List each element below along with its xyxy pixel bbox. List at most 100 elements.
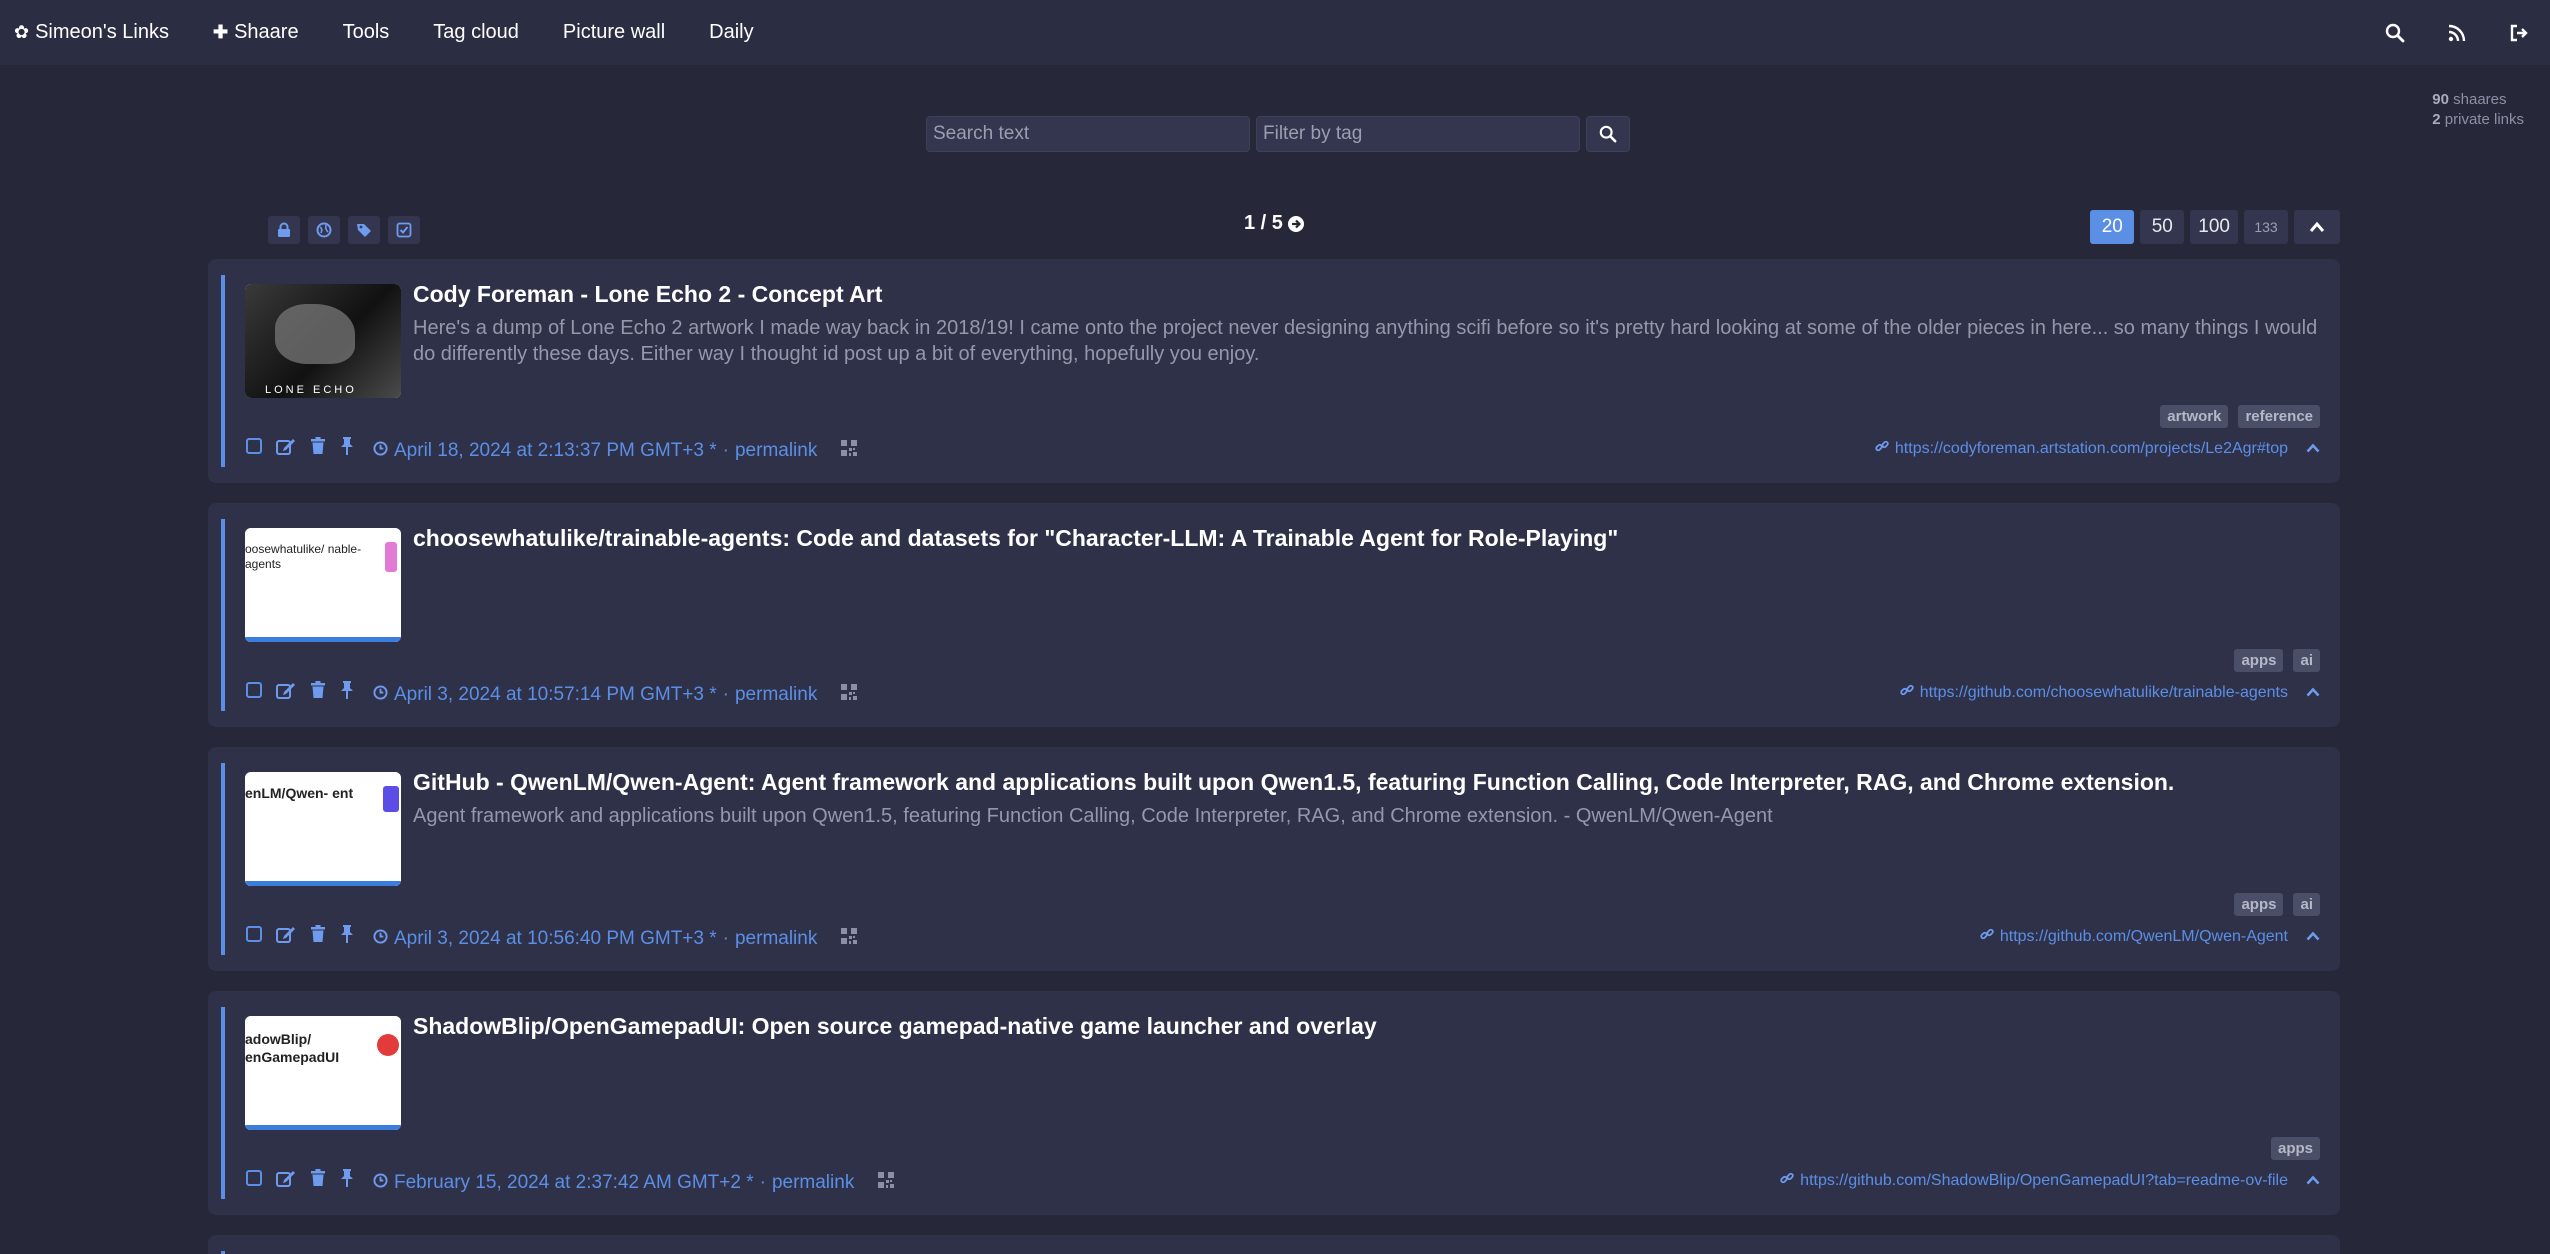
thumbnail-text: enLM/Qwen- ent bbox=[245, 785, 354, 801]
nav-daily-label: Daily bbox=[709, 21, 754, 43]
chevron-up-icon[interactable] bbox=[2306, 1172, 2320, 1190]
search-icon[interactable] bbox=[2364, 0, 2426, 65]
brand-label: Simeon's Links bbox=[35, 21, 169, 43]
link-date[interactable]: April 3, 2024 at 10:57:14 PM GMT+3 * bbox=[394, 684, 717, 706]
tag-chip[interactable]: apps bbox=[2234, 893, 2284, 916]
tag-chip[interactable]: ai bbox=[2293, 893, 2320, 916]
meta-separator: · bbox=[722, 684, 729, 705]
link-description: Here's a dump of Lone Echo 2 artwork I m… bbox=[413, 317, 2318, 365]
filter-tag-input[interactable] bbox=[1256, 116, 1580, 152]
chevron-up-icon[interactable] bbox=[2306, 440, 2320, 458]
private-count: 2 bbox=[2432, 111, 2441, 128]
link-actions bbox=[246, 1169, 354, 1187]
thumbnail-text: adowBlip/ enGamepadUI bbox=[245, 1031, 340, 1065]
next-page-icon[interactable] bbox=[1287, 215, 1305, 233]
link-url[interactable]: https://codyforeman.artstation.com/proje… bbox=[1875, 439, 2320, 458]
edit-icon[interactable] bbox=[276, 1169, 296, 1187]
nav-shaare[interactable]: ✚ Shaare bbox=[191, 0, 321, 65]
search-bar bbox=[926, 116, 1630, 152]
tag-chip[interactable]: ai bbox=[2293, 649, 2320, 672]
per-page-50-button[interactable]: 50 bbox=[2140, 210, 2185, 244]
tag-icon bbox=[357, 224, 371, 237]
check-square-icon bbox=[396, 222, 412, 238]
rss-icon[interactable] bbox=[2426, 0, 2488, 65]
link-url-text[interactable]: https://github.com/QwenLM/Qwen-Agent bbox=[2000, 928, 2288, 946]
trash-icon[interactable] bbox=[310, 437, 326, 455]
tag-chip[interactable]: reference bbox=[2238, 405, 2320, 428]
qrcode-icon[interactable] bbox=[841, 928, 858, 950]
edit-icon[interactable] bbox=[276, 681, 296, 699]
lock-icon bbox=[278, 222, 290, 237]
trash-icon[interactable] bbox=[310, 925, 326, 943]
nav-tag-cloud[interactable]: Tag cloud bbox=[411, 0, 541, 65]
link-date[interactable]: April 3, 2024 at 10:56:40 PM GMT+3 * bbox=[394, 928, 717, 950]
tag-chip[interactable]: apps bbox=[2234, 649, 2284, 672]
link-thumbnail[interactable]: enLM/Qwen- ent bbox=[245, 772, 401, 886]
filter-private-button[interactable] bbox=[268, 216, 300, 244]
plus-icon: ✚ bbox=[212, 22, 229, 42]
tag-chip[interactable]: apps bbox=[2270, 1137, 2320, 1160]
nav-daily[interactable]: Daily bbox=[687, 0, 775, 65]
trash-icon[interactable] bbox=[310, 681, 326, 699]
nav-brand[interactable]: ✿ Simeon's Links bbox=[0, 0, 191, 65]
pin-icon[interactable] bbox=[340, 681, 354, 699]
filter-untagged-button[interactable] bbox=[348, 216, 380, 244]
trash-icon[interactable] bbox=[310, 1169, 326, 1187]
permalink-link[interactable]: permalink bbox=[772, 1172, 854, 1194]
link-tags: apps ai bbox=[2234, 649, 2320, 672]
select-checkbox[interactable] bbox=[246, 682, 262, 698]
search-text-input[interactable] bbox=[926, 116, 1250, 152]
link-actions bbox=[246, 681, 354, 699]
qrcode-icon[interactable] bbox=[841, 440, 858, 462]
edit-icon[interactable] bbox=[276, 437, 296, 455]
per-page-100-button[interactable]: 100 bbox=[2190, 210, 2238, 244]
nav-tools[interactable]: Tools bbox=[321, 0, 412, 65]
qrcode-icon[interactable] bbox=[878, 1172, 895, 1194]
link-meta: April 18, 2024 at 2:13:37 PM GMT+3 * · per… bbox=[373, 440, 858, 462]
permalink-link[interactable]: permalink bbox=[735, 684, 817, 706]
link-date[interactable]: April 18, 2024 at 2:13:37 PM GMT+3 * bbox=[394, 440, 717, 462]
pin-icon[interactable] bbox=[340, 437, 354, 455]
link-title[interactable]: Cody Foreman - Lone Echo 2 - Concept Art bbox=[413, 281, 2320, 308]
link-title[interactable]: GitHub - QwenLM/Qwen-Agent: Agent framew… bbox=[413, 769, 2320, 796]
link-meta: April 3, 2024 at 10:57:14 PM GMT+3 * · per… bbox=[373, 684, 858, 706]
chevron-up-icon[interactable] bbox=[2306, 928, 2320, 946]
chevron-up-icon[interactable] bbox=[2306, 684, 2320, 702]
link-thumbnail[interactable]: adowBlip/ enGamepadUI bbox=[245, 1016, 401, 1130]
pin-icon[interactable] bbox=[340, 1169, 354, 1187]
link-url-text[interactable]: https://github.com/choosewhatulike/train… bbox=[1920, 684, 2288, 702]
link-title[interactable]: choosewhatulike/trainable-agents: Code a… bbox=[413, 525, 2320, 552]
select-checkbox[interactable] bbox=[246, 926, 262, 942]
link-meta: February 15, 2024 at 2:37:42 AM GMT+2 * ·… bbox=[373, 1172, 895, 1194]
globe-icon bbox=[316, 222, 332, 238]
search-submit-button[interactable] bbox=[1586, 116, 1630, 152]
edit-icon[interactable] bbox=[276, 925, 296, 943]
shaares-label: shaares bbox=[2453, 91, 2507, 108]
link-url[interactable]: https://github.com/choosewhatulike/train… bbox=[1900, 683, 2320, 702]
link-title[interactable]: ShadowBlip/OpenGamepadUI: Open source ga… bbox=[413, 1013, 2320, 1040]
link-url[interactable]: https://github.com/ShadowBlip/OpenGamepa… bbox=[1780, 1171, 2320, 1190]
total-count-button[interactable]: 133 bbox=[2244, 210, 2288, 244]
per-page-20-button[interactable]: 20 bbox=[2090, 210, 2135, 244]
qrcode-icon[interactable] bbox=[841, 684, 858, 706]
select-checkbox[interactable] bbox=[246, 438, 262, 454]
link-url-text[interactable]: https://codyforeman.artstation.com/proje… bbox=[1895, 440, 2288, 458]
pin-icon[interactable] bbox=[340, 925, 354, 943]
link-url-text[interactable]: https://github.com/ShadowBlip/OpenGamepa… bbox=[1800, 1172, 2288, 1190]
nav-picture-wall[interactable]: Picture wall bbox=[541, 0, 687, 65]
link-card: adowBlip/ enGamepadUI ShadowBlip/OpenGame… bbox=[208, 991, 2340, 1215]
permalink-link[interactable]: permalink bbox=[735, 928, 817, 950]
filter-public-button[interactable] bbox=[308, 216, 340, 244]
permalink-link[interactable]: permalink bbox=[735, 440, 817, 462]
tag-chip[interactable]: artwork bbox=[2160, 405, 2229, 428]
shield-icon: ✿ bbox=[14, 22, 30, 42]
select-checkbox[interactable] bbox=[246, 1170, 262, 1186]
link-date[interactable]: February 15, 2024 at 2:37:42 AM GMT+2 * bbox=[394, 1172, 754, 1194]
link-url[interactable]: https://github.com/QwenLM/Qwen-Agent bbox=[1980, 927, 2320, 946]
select-all-button[interactable] bbox=[388, 216, 420, 244]
logout-icon[interactable] bbox=[2488, 0, 2550, 65]
link-thumbnail[interactable]: oosewhatulike/ nable-agents bbox=[245, 528, 401, 642]
clock-icon bbox=[373, 1172, 388, 1194]
fold-all-button[interactable] bbox=[2294, 210, 2340, 244]
link-thumbnail[interactable]: LONE ECHO bbox=[245, 284, 401, 398]
